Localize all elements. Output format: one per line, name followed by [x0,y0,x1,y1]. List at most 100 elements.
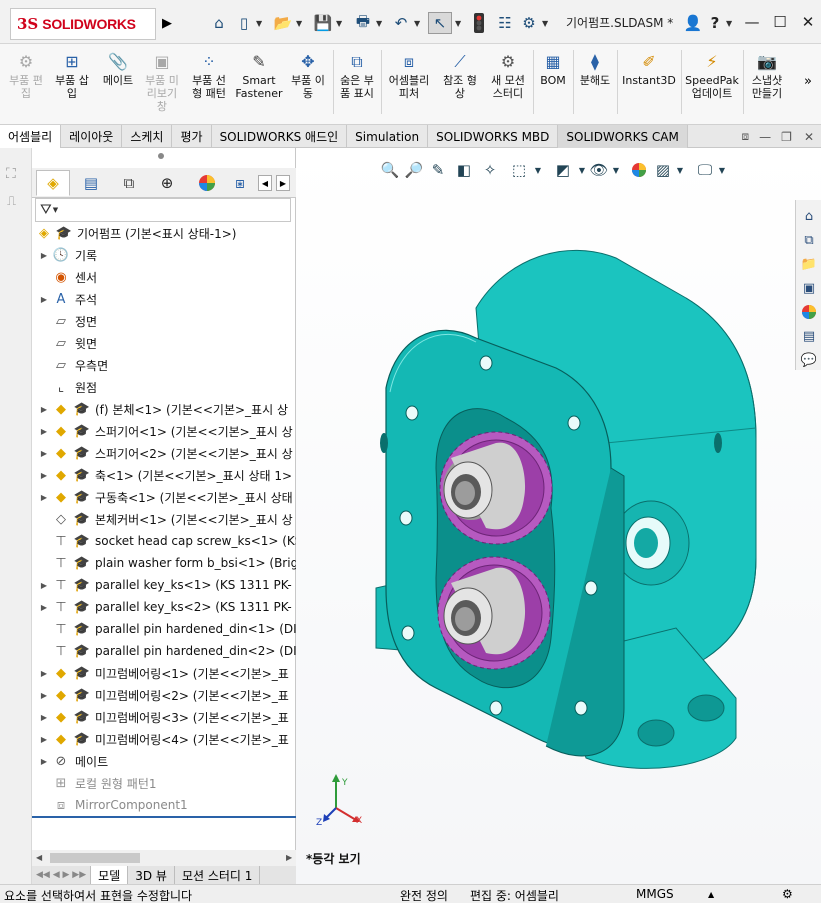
undo-icon[interactable]: ↶ [390,12,412,34]
tree-item[interactable]: ▶ ◆ 🎓 스퍼기어<1> (기본<<기본>_표시 상 [32,420,296,442]
tab-layout[interactable]: 레이아웃 [61,125,123,148]
tree-item[interactable]: ▶ ⊤ 🎓 parallel key_ks<2> (KS 1311 PK- 5 [32,596,296,618]
appearances-scenes-icon[interactable] [796,300,821,324]
select-dropdown-icon[interactable]: ▼ [455,12,461,34]
expand-arrow-icon[interactable]: ▶ [38,603,50,612]
display-style-icon[interactable]: ◩ [552,158,574,182]
expand-arrow-icon[interactable]: ▶ [38,713,50,722]
take-snapshot-button[interactable]: 📷 스냅샷 만들기 [746,50,788,118]
tabs-scroll-left-icon[interactable]: ◀ [258,175,272,191]
tab-simulation[interactable]: Simulation [347,125,429,148]
tab-evaluate[interactable]: 평가 [172,125,212,148]
zoom-to-area-icon[interactable]: 🔎 [404,158,424,182]
save-dropdown-icon[interactable]: ▼ [336,12,342,34]
home-icon[interactable]: ⌂ [208,12,230,34]
user-icon[interactable]: 👤 [682,12,704,34]
tree-item[interactable]: ▶ ◆ 🎓 구동축<1> (기본<<기본>_표시 상태 [32,486,296,508]
filter-dropdown-icon[interactable]: ▼ [53,206,58,214]
panel-grip-icon[interactable] [158,153,164,159]
tree-item[interactable]: ◉ 센서 [32,266,296,288]
tree-filter-box[interactable]: ⛛ ▼ [35,198,291,222]
tree-horizontal-scrollbar[interactable]: ◀ ▶ [32,850,296,866]
minimize-button[interactable]: — [738,10,766,34]
tree-item[interactable]: ▶ A 주석 [32,288,296,310]
menu-expand-icon[interactable]: ▶ [160,12,174,34]
instant3d-button[interactable]: ✐ Instant3D [620,50,678,118]
custom-properties-icon[interactable]: ▤ [796,324,821,348]
close-button[interactable]: ✕ [794,10,821,34]
tree-item[interactable]: ▶ ◆ 🎓 (f) 본체<1> (기본<<기본>_표시 상 [32,398,296,420]
tab-nav-icons[interactable]: ◀◀ ◀ ▶ ▶▶ [32,866,92,884]
window-min-icon[interactable]: — [754,125,776,148]
tab-addins[interactable]: SOLIDWORKS 애드인 [212,125,348,148]
propertymanager-tab-icon[interactable]: ▤ [74,170,108,196]
graphics-area[interactable]: 🔍 🔎 ✎ ◧ ✧ ⬚ ▼ ◩ ▼ 👁 ▼ ▨ ▼ 🖵 ▼ Y X Z *등각 … [296,148,821,884]
window-close-icon[interactable]: ✕ [797,125,821,148]
mate-button[interactable]: 📎 메이트 [98,50,138,118]
expand-arrow-icon[interactable]: ▶ [38,471,50,480]
solidworks-logo[interactable]: 3S SOLIDWORKS [10,8,156,40]
section-view-icon[interactable]: ◧ [454,158,474,182]
expand-arrow-icon[interactable]: ▶ [38,581,50,590]
tree-item[interactable]: ▶ ⊤ 🎓 parallel key_ks<1> (KS 1311 PK- 5 [32,574,296,596]
gear-pump-model[interactable] [356,238,796,798]
maximize-button[interactable]: ☐ [766,10,794,34]
new-document-icon[interactable]: ▯ [234,12,254,34]
view-orientation-icon[interactable]: ⬚ [508,158,530,182]
tree-item[interactable]: ⧈ MirrorComponent1 [32,794,296,816]
tab-cam[interactable]: SOLIDWORKS CAM [558,125,688,148]
apply-scene-dropdown-icon[interactable]: ▼ [674,158,686,182]
options-gear-icon[interactable]: ⚙ [518,12,540,34]
status-units[interactable]: MMGS [636,887,674,901]
tab-motion-study[interactable]: 모션 스터디 1 [175,866,261,884]
help-icon[interactable]: ? [706,12,724,34]
save-icon[interactable]: 💾 [312,12,334,34]
tree-item[interactable]: ▶ 🕓 기록 [32,244,296,266]
solidworks-resources-home-icon[interactable]: ⌂ [796,204,821,228]
move-component-button[interactable]: ✥ 부품 이 동 [288,50,328,118]
expand-arrow-icon[interactable]: ▶ [38,427,50,436]
ribbon-more-icon[interactable]: » [804,74,812,89]
scroll-right-icon[interactable]: ▶ [286,853,292,862]
tile-window-icon[interactable]: ⧈ [737,125,755,148]
exploded-view-button[interactable]: ⧫ 분해도 [576,50,614,118]
view-settings-dropdown-icon[interactable]: ▼ [716,158,728,182]
new-motion-study-button[interactable]: ⚙ 새 모션 스터디 [486,50,530,118]
previous-view-icon[interactable]: ✎ [428,158,448,182]
window-restore-icon[interactable]: ❐ [776,125,797,148]
edit-appearance-icon[interactable] [628,158,650,182]
file-explorer-icon[interactable]: 📁 [796,252,821,276]
show-hidden-components-button[interactable]: ⧉ 숨은 부 품 표시 [336,50,378,118]
tab-mbd[interactable]: SOLIDWORKS MBD [428,125,559,148]
forum-icon[interactable]: 💬 [796,348,821,372]
hide-show-items-icon[interactable]: 👁 [588,158,610,182]
help-dropdown-icon[interactable]: ▼ [726,12,732,34]
open-dropdown-icon[interactable]: ▼ [296,12,302,34]
display-style-dropdown-icon[interactable]: ▼ [576,158,588,182]
expand-arrow-icon[interactable]: ▶ [38,493,50,502]
tree-item[interactable]: ⊤ 🎓 parallel pin hardened_din<1> (DIN [32,618,296,640]
tree-item[interactable]: ⊤ 🎓 socket head cap screw_ks<1> (KS [32,530,296,552]
hide-show-dropdown-icon[interactable]: ▼ [610,158,622,182]
tab-model[interactable]: 모델 [91,866,129,884]
tree-item[interactable]: ▶ ◆ 🎓 축<1> (기본<<기본>_표시 상태 1> [32,464,296,486]
tree-item[interactable]: ▶ ◆ 🎓 미끄럼베어링<2> (기본<<기본>_표 [32,684,296,706]
expand-arrow-icon[interactable]: ▶ [38,691,50,700]
tree-item[interactable]: ▶ ⊘ 메이트 [32,750,296,772]
units-dropdown-icon[interactable]: ▲ [708,890,714,899]
expand-arrow-icon[interactable]: ▶ [38,405,50,414]
smart-fastener-button[interactable]: ✎ Smart Fastener [234,50,284,118]
open-icon[interactable]: 📂 [272,12,294,34]
rollback-bar[interactable] [32,816,296,818]
tree-item[interactable]: ▱ 우측면 [32,354,296,376]
zoom-to-fit-icon[interactable]: 🔍 [380,158,400,182]
extra-tab-icon[interactable]: ⧆ [228,170,252,196]
design-library-icon[interactable]: ⧉ [796,228,821,252]
sketch-line-icon[interactable]: ⎍ [7,194,16,209]
expand-arrow-icon[interactable]: ▶ [38,295,50,304]
undo-dropdown-icon[interactable]: ▼ [414,12,420,34]
file-properties-icon[interactable]: ☷ [494,12,516,34]
edit-component-button[interactable]: ⚙ 부품 편 집 [4,50,48,118]
tab-sketch[interactable]: 스케치 [122,125,173,148]
tab-3d-view[interactable]: 3D 뷰 [128,866,175,884]
